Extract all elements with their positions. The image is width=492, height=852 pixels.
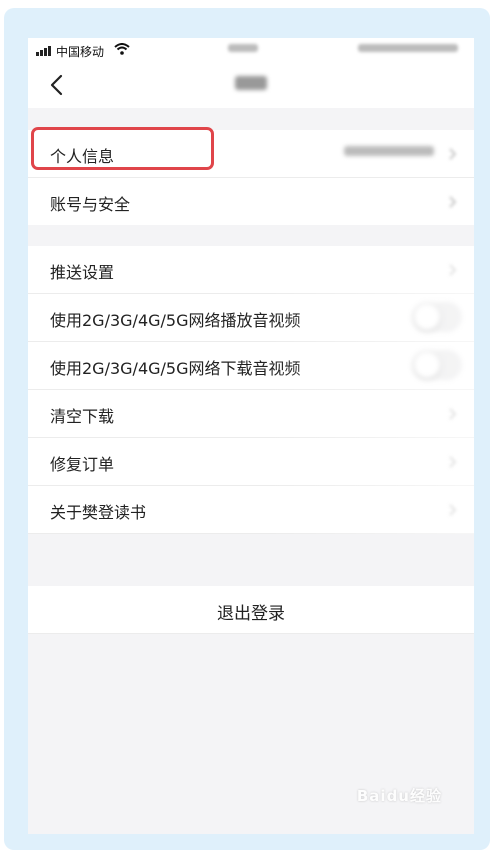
row-label: 清空下载 — [50, 407, 115, 426]
logout-label: 退出登录 — [217, 604, 285, 624]
chevron-right-icon — [449, 504, 456, 516]
settings-row-push[interactable]: 推送设置 — [28, 246, 474, 294]
chevron-right-icon — [449, 456, 456, 468]
chevron-right-icon — [449, 148, 456, 160]
settings-row-clear-downloads[interactable]: 清空下载 — [28, 390, 474, 438]
settings-row-account-security[interactable]: 账号与安全 — [28, 178, 474, 225]
highlight-box — [31, 127, 214, 170]
row-label: 账号与安全 — [50, 195, 131, 214]
network-play-toggle[interactable] — [412, 302, 462, 332]
network-download-toggle[interactable] — [412, 350, 462, 380]
screenshot-frame: 中国移动 个人信息 账号与安全 推送设置 使用2G/3G/4G/5G网络播放音视… — [4, 8, 490, 850]
settings-row-network-play: 使用2G/3G/4G/5G网络播放音视频 — [28, 294, 474, 342]
status-bar: 中国移动 — [28, 38, 474, 62]
row-label: 推送设置 — [50, 263, 115, 282]
carrier-name: 中国移动 — [56, 45, 105, 59]
chevron-right-icon — [449, 264, 456, 276]
row-label: 修复订单 — [50, 455, 115, 474]
settings-row-network-download: 使用2G/3G/4G/5G网络下载音视频 — [28, 342, 474, 390]
wifi-icon — [114, 43, 130, 55]
row-label: 关于樊登读书 — [50, 503, 147, 522]
clock-blurred — [228, 44, 258, 52]
watermark: Baidu经验 — [356, 787, 442, 805]
chevron-right-icon — [449, 196, 456, 208]
chevron-right-icon — [449, 408, 456, 420]
settings-row-repair-orders[interactable]: 修复订单 — [28, 438, 474, 486]
nav-bar — [28, 62, 474, 108]
logout-button[interactable]: 退出登录 — [28, 586, 474, 634]
battery-blurred — [358, 44, 458, 52]
row-label: 使用2G/3G/4G/5G网络下载音视频 — [50, 359, 301, 378]
profile-value-blurred — [344, 145, 434, 159]
settings-row-about[interactable]: 关于樊登读书 — [28, 486, 474, 534]
signal-icon — [36, 46, 54, 56]
phone-screen: 中国移动 个人信息 账号与安全 推送设置 使用2G/3G/4G/5G网络播放音视… — [28, 38, 474, 834]
page-title — [28, 75, 474, 94]
row-label: 使用2G/3G/4G/5G网络播放音视频 — [50, 311, 301, 330]
settings-group: 推送设置 使用2G/3G/4G/5G网络播放音视频 使用2G/3G/4G/5G网… — [28, 246, 474, 534]
